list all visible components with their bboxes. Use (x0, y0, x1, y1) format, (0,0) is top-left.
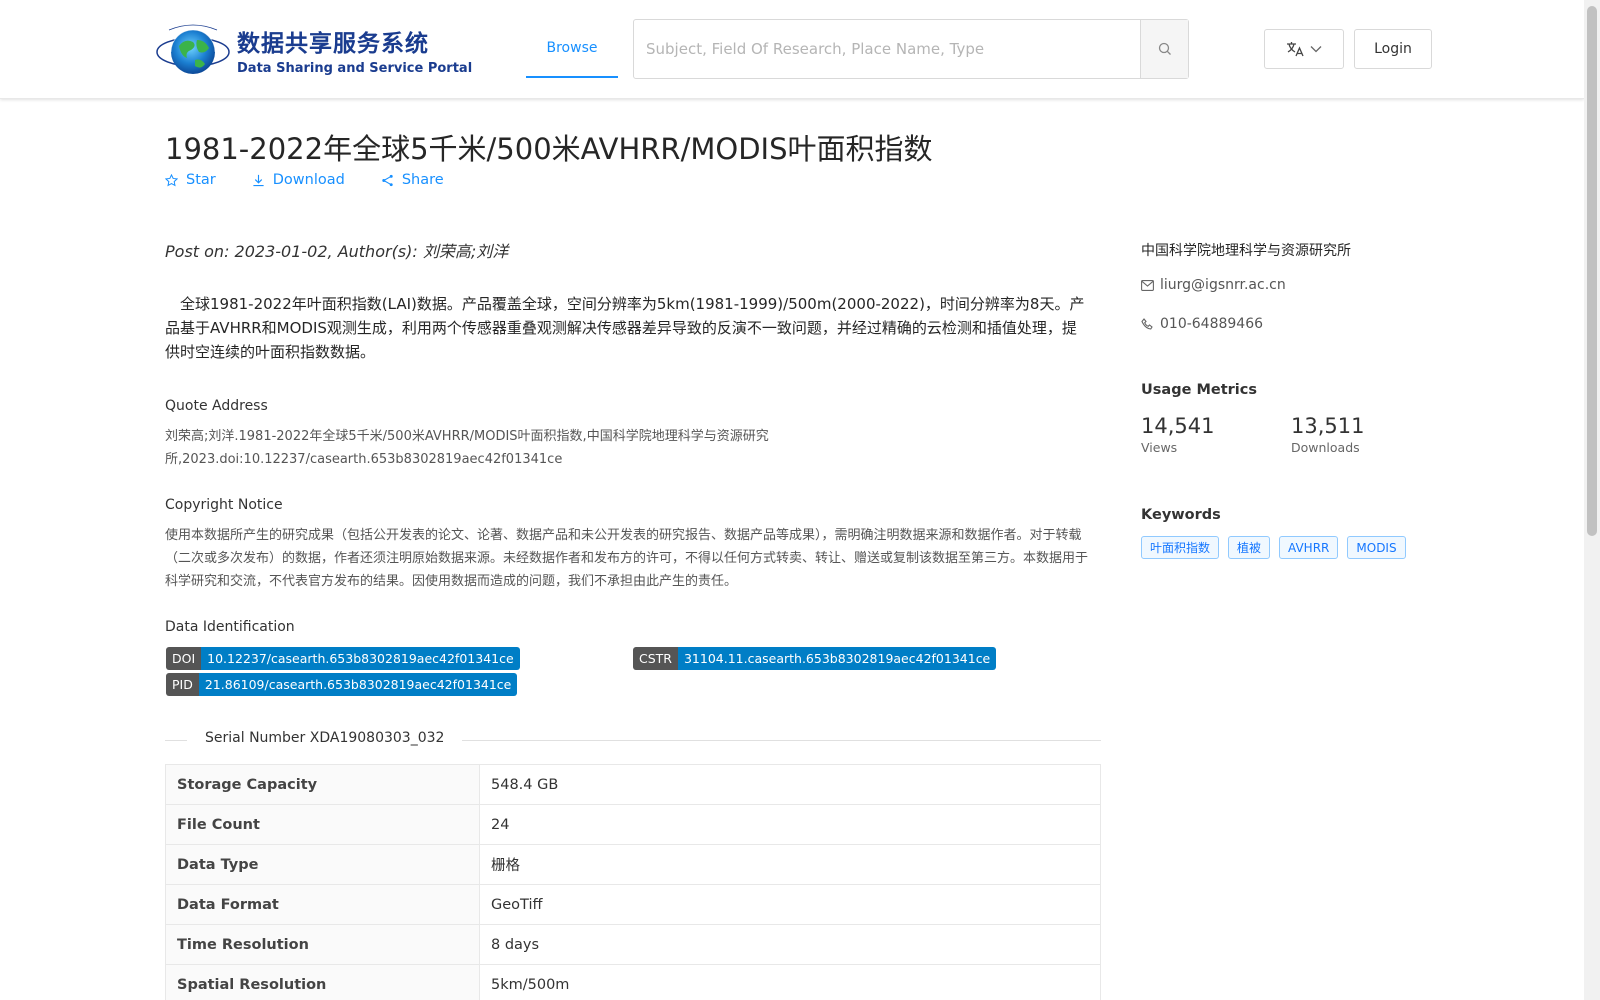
nav-browse[interactable]: Browse (526, 20, 618, 78)
views-count: 14,541 (1141, 414, 1215, 438)
property-value: 548.4 GB (479, 764, 1101, 805)
organization: 中国科学院地理科学与资源研究所 (1141, 243, 1351, 259)
keyword-tag[interactable]: AVHRR (1279, 536, 1339, 559)
downloads-metric: 13,511 Downloads (1291, 414, 1364, 455)
star-icon (165, 173, 178, 186)
table-row: File Count 24 (165, 804, 1101, 845)
usage-metrics-title: Usage Metrics (1141, 382, 1257, 398)
table-row: Time Resolution 8 days (165, 924, 1101, 965)
pid-badge[interactable]: PID 21.86109/casearth.653b8302819aec42f0… (166, 673, 518, 696)
downloads-count: 13,511 (1291, 414, 1365, 438)
phone-text: 010-64889466 (1160, 316, 1264, 332)
site-logo[interactable]: 数据共享服务系统 Data Sharing and Service Portal (155, 20, 472, 80)
language-switch-button[interactable] (1264, 29, 1344, 69)
scrollbar-thumb[interactable] (1587, 6, 1597, 536)
search-icon (1158, 42, 1171, 55)
star-label: Star (186, 172, 216, 188)
views-label: Views (1141, 440, 1178, 455)
serial-number: Serial Number XDA19080303_032 (187, 730, 463, 746)
table-row: Spatial Resolution 5km/500m (165, 964, 1101, 1000)
doi-badge[interactable]: DOI 10.12237/casearth.653b8302819aec42f0… (166, 647, 520, 670)
page-scrollbar[interactable] (1584, 0, 1600, 1000)
table-row: Data Type 栅格 (165, 844, 1101, 885)
copyright-title: Copyright Notice (165, 497, 283, 513)
dataset-actions: Star Download Share (165, 172, 480, 188)
login-button[interactable]: Login (1354, 29, 1432, 69)
identification-title: Data Identification (165, 619, 295, 635)
pid-key: PID (166, 673, 199, 696)
keyword-tag[interactable]: 叶面积指数 (1141, 536, 1220, 559)
property-key: Data Format (165, 884, 480, 925)
copyright-text: 使用本数据所产生的研究成果（包括公开发表的论文、论著、数据产品和未公开发表的研究… (165, 528, 1089, 589)
globe-logo-icon (155, 20, 231, 80)
property-value: 24 (479, 804, 1101, 845)
contact-email[interactable]: liurg@igsnrr.ac.cn (1141, 277, 1286, 293)
doi-value: 10.12237/casearth.653b8302819aec42f01341… (201, 647, 520, 670)
share-icon (382, 174, 393, 186)
logo-title-cn: 数据共享服务系统 (237, 31, 429, 57)
property-key: Time Resolution (165, 924, 480, 965)
download-label: Download (272, 172, 345, 188)
star-button[interactable]: Star (165, 172, 216, 188)
download-icon (253, 174, 264, 186)
quote-title: Quote Address (165, 398, 268, 414)
share-button[interactable]: Share (381, 172, 444, 188)
table-row: Storage Capacity 548.4 GB (165, 764, 1101, 805)
property-value: GeoTiff (479, 884, 1101, 925)
translate-icon (1287, 42, 1304, 57)
property-key: Spatial Resolution (165, 964, 480, 1000)
contact-phone: 010-64889466 (1141, 316, 1263, 332)
views-metric: 14,541 Views (1141, 414, 1214, 455)
search-button[interactable] (1140, 20, 1188, 78)
keyword-tag[interactable]: 植被 (1228, 536, 1271, 559)
property-key: File Count (165, 804, 480, 845)
table-row: Data Format GeoTiff (165, 884, 1101, 925)
cstr-key: CSTR (633, 647, 678, 670)
share-label: Share (401, 172, 444, 188)
downloads-label: Downloads (1291, 440, 1360, 455)
chevron-down-icon (1310, 46, 1322, 53)
property-value: 5km/500m (479, 964, 1101, 1000)
property-key: Storage Capacity (165, 764, 480, 805)
dataset-description: 全球1981-2022年叶面积指数(LAI)数据。产品覆盖全球，空间分辨率为5k… (165, 295, 1085, 361)
top-header: 数据共享服务系统 Data Sharing and Service Portal… (0, 0, 1584, 99)
cstr-badge[interactable]: CSTR 31104.11.casearth.653b8302819aec42f… (633, 647, 997, 670)
quote-text: 刘荣高;刘洋.1981-2022年全球5千米/500米AVHRR/MODIS叶面… (165, 429, 769, 467)
email-text: liurg@igsnrr.ac.cn (1160, 277, 1286, 293)
download-button[interactable]: Download (252, 172, 345, 188)
logo-title-en: Data Sharing and Service Portal (237, 61, 473, 76)
search-box (633, 19, 1189, 79)
property-key: Data Type (165, 844, 480, 885)
keywords-list: 叶面积指数 植被 AVHRR MODIS (1141, 536, 1406, 559)
cstr-value: 31104.11.casearth.653b8302819aec42f01341… (677, 647, 997, 670)
keyword-tag[interactable]: MODIS (1347, 536, 1406, 559)
phone-icon (1141, 317, 1153, 330)
doi-key: DOI (166, 647, 202, 670)
pid-value: 21.86109/casearth.653b8302819aec42f01341… (198, 673, 518, 696)
page-title: 1981-2022年全球5千米/500米AVHRR/MODIS叶面积指数 (165, 132, 933, 166)
property-value: 栅格 (479, 844, 1101, 885)
post-info: Post on: 2023-01-02, Author(s): 刘荣高;刘洋 (165, 242, 509, 261)
keywords-title: Keywords (1141, 507, 1221, 523)
property-value: 8 days (479, 924, 1101, 965)
mail-icon (1141, 279, 1154, 291)
search-input[interactable] (634, 20, 1140, 78)
properties-table: Storage Capacity 548.4 GB File Count 24 Data… (165, 764, 1101, 1000)
